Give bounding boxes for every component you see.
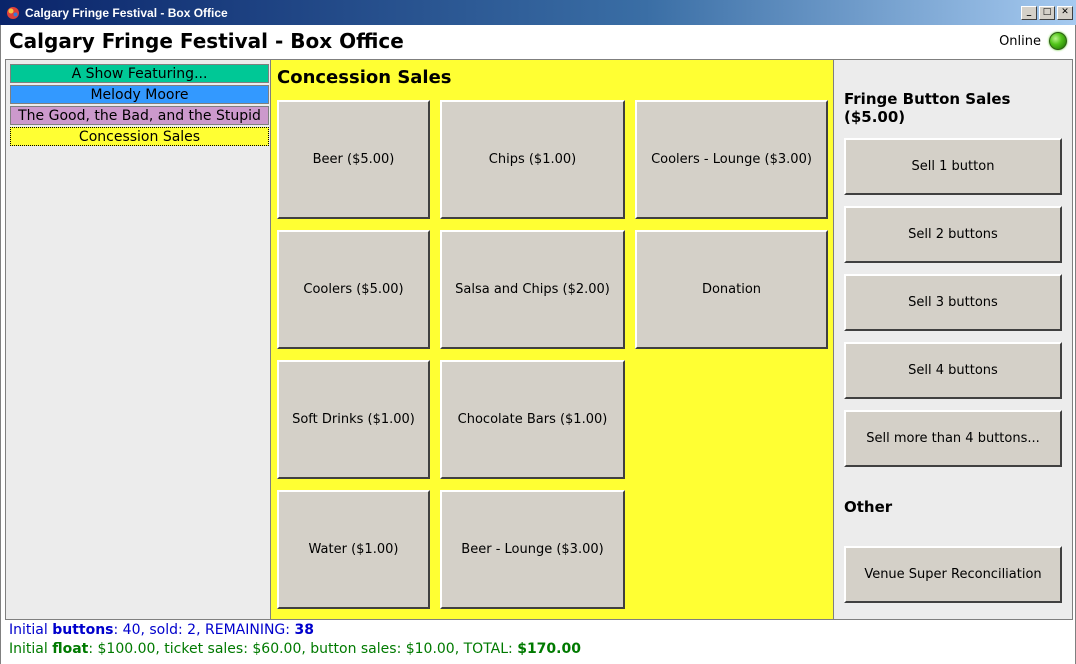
float-word: float [52,641,89,657]
item-water-button[interactable]: Water ($1.00) [277,490,430,609]
show-item-good-bad-stupid[interactable]: The Good, the Bad, and the Stupid [10,106,269,125]
item-donation-button[interactable]: Donation [635,230,828,349]
maximize-button[interactable]: □ [1039,5,1055,20]
sell-3-button[interactable]: Sell 3 buttons [844,274,1062,331]
item-salsa-chips-button[interactable]: Salsa and Chips ($2.00) [440,230,625,349]
buttons-status-line: Initial buttons: 40, sold: 2, REMAINING:… [9,622,314,638]
sell-4-button[interactable]: Sell 4 buttons [844,342,1062,399]
buttons-counts: : 40, sold: 2, REMAINING: [113,622,295,638]
sell-1-button[interactable]: Sell 1 button [844,138,1062,195]
item-chips-button[interactable]: Chips ($1.00) [440,100,625,219]
app-frame: Calgary Fringe Festival - Box Office Onl… [0,25,1076,664]
item-beer-lounge-button[interactable]: Beer - Lounge ($3.00) [440,490,625,609]
status-label: Online [999,33,1041,49]
float-amounts: : $100.00, ticket sales: $60.00, button … [88,641,518,657]
item-chocolate-bars-button[interactable]: Chocolate Bars ($1.00) [440,360,625,479]
show-item-a-show-featuring[interactable]: A Show Featuring... [10,64,269,83]
app-title: Calgary Fringe Festival - Box Office [9,29,404,53]
app-icon [5,5,21,21]
float-initial-label: Initial [9,641,53,657]
show-item-concession-sales[interactable]: Concession Sales [10,127,269,146]
sell-2-button[interactable]: Sell 2 buttons [844,206,1062,263]
show-item-melody-moore[interactable]: Melody Moore [10,85,269,104]
concession-panel: Concession Sales Beer ($5.00) Chips ($1.… [270,60,834,619]
minimize-button[interactable]: _ [1021,5,1037,20]
window-titlebar[interactable]: Calgary Fringe Festival - Box Office _ □… [0,0,1076,25]
item-soft-drinks-button[interactable]: Soft Drinks ($1.00) [277,360,430,479]
connection-status: Online [999,32,1067,50]
buttons-word: buttons [52,622,114,638]
sell-more-button[interactable]: Sell more than 4 buttons... [844,410,1062,467]
status-indicator-icon [1049,32,1067,50]
main-area: A Show Featuring... Melody Moore The Goo… [5,59,1073,620]
panel-title: Concession Sales [277,67,452,88]
side-panel: Fringe Button Sales ($5.00) Sell 1 butto… [834,60,1072,619]
fringe-button-sales-heading: Fringe Button Sales ($5.00) [844,90,1011,126]
close-button[interactable]: ✕ [1057,5,1073,20]
window-title: Calgary Fringe Festival - Box Office [25,5,228,20]
item-coolers-lounge-button[interactable]: Coolers - Lounge ($3.00) [635,100,828,219]
status-bar: Initial buttons: 40, sold: 2, REMAINING:… [1,620,1075,664]
item-beer-button[interactable]: Beer ($5.00) [277,100,430,219]
item-coolers-button[interactable]: Coolers ($5.00) [277,230,430,349]
other-heading: Other [844,498,893,516]
buttons-initial-label: Initial [9,622,53,638]
show-list: A Show Featuring... Melody Moore The Goo… [6,60,270,619]
float-status-line: Initial float: $100.00, ticket sales: $6… [9,641,581,657]
float-total-value: $170.00 [517,641,581,657]
header-bar: Calgary Fringe Festival - Box Office Onl… [1,25,1075,59]
buttons-remaining-value: 38 [294,622,314,638]
venue-super-reconciliation-button[interactable]: Venue Super Reconciliation [844,546,1062,603]
